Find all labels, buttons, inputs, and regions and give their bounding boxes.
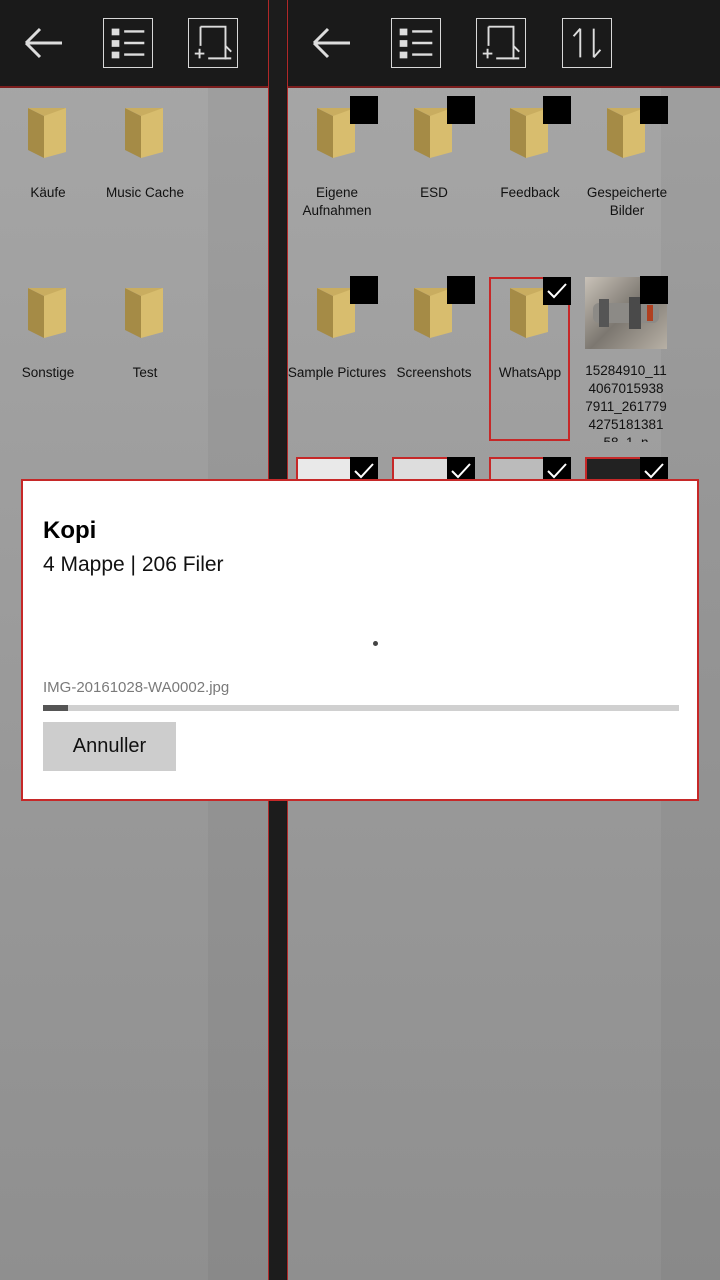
checkmark-icon[interactable] bbox=[543, 277, 571, 305]
folder-label: Screenshots bbox=[396, 365, 472, 380]
folder-label: Sample Pictures bbox=[287, 365, 387, 380]
copy-progress-dialog: Kopi 4 Mappe | 206 Filer IMG-20161028-WA… bbox=[21, 479, 699, 801]
sort-icon[interactable] bbox=[562, 18, 612, 68]
folder-label: Gespeicherte Bilder bbox=[586, 185, 668, 218]
cancel-button[interactable]: Annuller bbox=[43, 722, 176, 771]
folder-icon bbox=[26, 284, 72, 340]
current-file-name: IMG-20161028-WA0002.jpg bbox=[43, 679, 230, 696]
select-checkbox[interactable] bbox=[543, 96, 571, 124]
dialog-title: Kopi bbox=[43, 517, 97, 544]
new-folder-icon[interactable] bbox=[188, 18, 238, 68]
new-folder-icon[interactable] bbox=[476, 18, 526, 68]
folder-label: Eigene Aufnahmen bbox=[302, 185, 372, 218]
list-view-icon[interactable] bbox=[103, 18, 153, 68]
folder-label: Test bbox=[132, 365, 158, 380]
folder-label: Käufe bbox=[30, 185, 66, 200]
dialog-subtitle: 4 Mappe | 206 Filer bbox=[43, 553, 224, 576]
select-checkbox[interactable] bbox=[640, 96, 668, 124]
select-checkbox[interactable] bbox=[350, 96, 378, 124]
folder-label: Sonstige bbox=[21, 365, 75, 380]
select-checkbox[interactable] bbox=[447, 276, 475, 304]
folder-icon bbox=[123, 104, 169, 160]
folder-label: WhatsApp bbox=[498, 365, 562, 380]
left-toolbar bbox=[0, 0, 268, 88]
back-arrow-icon[interactable] bbox=[18, 20, 68, 66]
select-checkbox[interactable] bbox=[640, 276, 668, 304]
folder-label: Music Cache bbox=[105, 185, 185, 200]
loading-spinner-icon bbox=[373, 641, 378, 646]
folder-icon bbox=[26, 104, 72, 160]
select-checkbox[interactable] bbox=[447, 96, 475, 124]
right-toolbar bbox=[288, 0, 720, 88]
list-view-icon[interactable] bbox=[391, 18, 441, 68]
back-arrow-icon[interactable] bbox=[306, 20, 356, 66]
folder-label: ESD bbox=[420, 185, 448, 200]
image-label: 15284910_1140670159387911_26177942751813… bbox=[585, 363, 667, 442]
folder-label: Feedback bbox=[500, 185, 560, 200]
folder-icon bbox=[123, 284, 169, 340]
progress-fill bbox=[43, 705, 69, 711]
progress-bar bbox=[43, 705, 679, 711]
select-checkbox[interactable] bbox=[350, 276, 378, 304]
